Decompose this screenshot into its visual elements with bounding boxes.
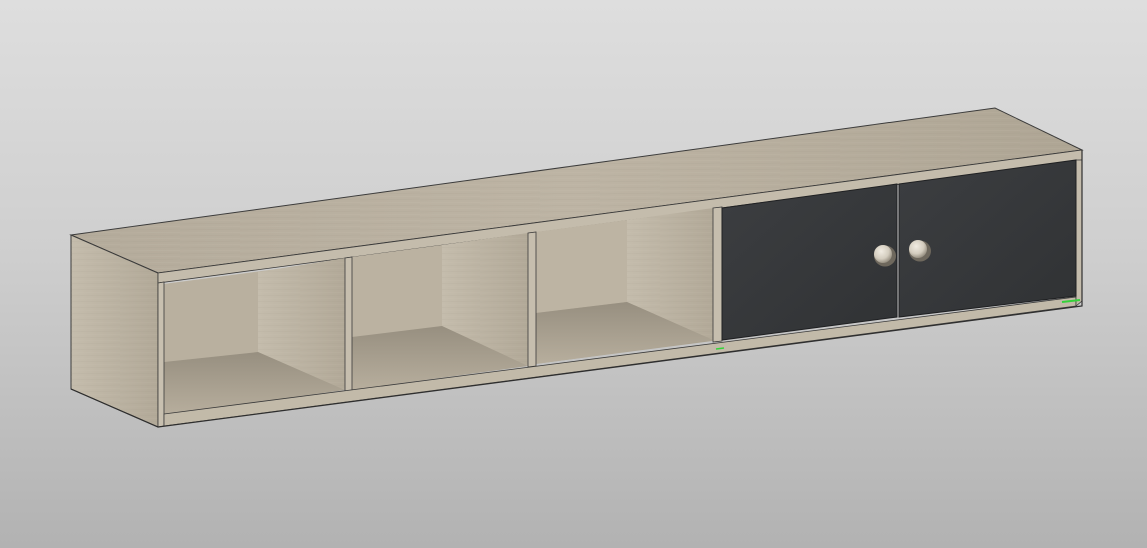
cabinet-right-front-edge — [1075, 159, 1083, 307]
divider-1 — [344, 256, 353, 393]
divider-2 — [527, 231, 537, 368]
selection-highlight-door — [715, 347, 725, 350]
open-compartment-2[interactable] — [352, 233, 528, 390]
open-compartment-1[interactable] — [164, 258, 345, 415]
door-left[interactable] — [721, 183, 898, 341]
open-compartment-3[interactable] — [536, 208, 713, 364]
door-right[interactable] — [898, 159, 1077, 318]
divider-3 — [712, 206, 723, 343]
cabinet-model[interactable] — [0, 0, 1147, 548]
3d-viewport[interactable] — [0, 0, 1147, 548]
cabinet-left-front-edge — [157, 281, 165, 428]
